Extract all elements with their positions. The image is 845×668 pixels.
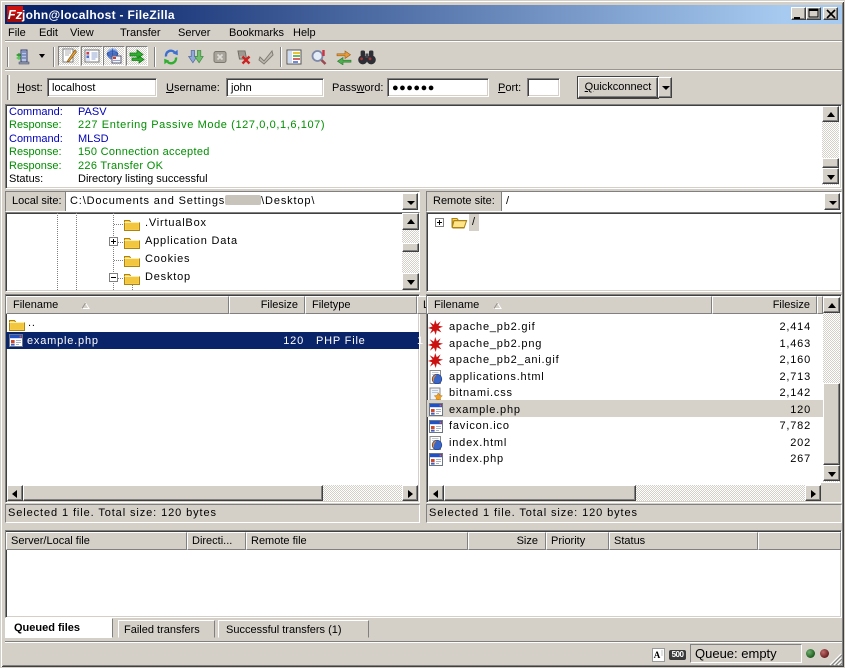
svg-text:Fz: Fz [8, 7, 23, 22]
svg-text:A: A [654, 650, 661, 660]
